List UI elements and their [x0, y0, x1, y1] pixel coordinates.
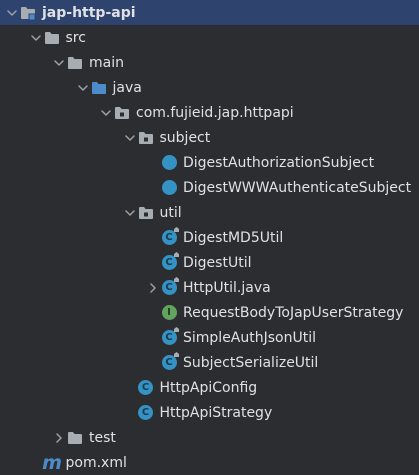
chevron-down-icon[interactable]: [122, 130, 138, 146]
class-icon: C: [161, 277, 179, 296]
tree-row-label: RequestBodyToJapUserStrategy: [183, 304, 404, 321]
tree-row-label: jap-http-api: [42, 4, 136, 21]
tree-row-label: main: [89, 54, 124, 71]
type-badge: C: [138, 380, 153, 395]
tree-row[interactable]: C SubjectSerializeUtil: [0, 350, 419, 375]
chevron-down-icon[interactable]: [98, 105, 114, 121]
tree-row-label: java: [112, 79, 142, 96]
chevron-right-icon[interactable]: [51, 430, 67, 446]
type-badge: [161, 155, 177, 170]
class-icon: C: [161, 352, 179, 371]
tree-row-label: DigestUtil: [183, 254, 252, 271]
type-badge: [161, 180, 177, 195]
class-icon: [161, 155, 177, 171]
type-badge-letter: C: [165, 257, 173, 268]
tree-row[interactable]: C DigestMD5Util: [0, 225, 419, 250]
chevron-right-icon[interactable]: [145, 280, 161, 296]
type-badge-letter: C: [165, 357, 173, 368]
tree-row-label: HttpUtil.java: [183, 279, 271, 296]
module-folder-icon: [20, 5, 36, 21]
chevron-down-icon[interactable]: [51, 55, 67, 71]
tree-row-label: util: [159, 204, 182, 221]
tree-row[interactable]: util: [0, 200, 419, 225]
tree-row[interactable]: main: [0, 50, 419, 75]
tree-row-label: DigestWWWAuthenticateSubject: [183, 179, 412, 196]
package-icon: [114, 105, 130, 121]
tree-row[interactable]: jap-http-api: [0, 0, 419, 25]
chevron-down-icon[interactable]: [75, 80, 91, 96]
type-badge: I: [161, 305, 177, 320]
type-badge-letter: I: [167, 307, 171, 318]
class-icon: C: [138, 380, 154, 396]
type-badge: C: [161, 352, 179, 370]
tree-row[interactable]: m pom.xml: [0, 450, 419, 475]
type-badge: C: [161, 252, 179, 270]
tree-row-label: DigestAuthorizationSubject: [183, 154, 375, 171]
type-badge-letter: C: [141, 382, 150, 393]
class-icon: C: [161, 327, 179, 346]
tree-row-label: SimpleAuthJsonUtil: [183, 329, 316, 346]
source-folder-icon: [91, 80, 107, 96]
project-tree: jap-http-api src main java com.fujieid.jap.h…: [0, 0, 419, 472]
folder-icon: [44, 30, 60, 46]
tree-row-label: src: [65, 29, 86, 46]
class-icon: C: [161, 227, 179, 246]
tree-row-label: SubjectSerializeUtil: [183, 354, 319, 371]
tree-row-label: pom.xml: [65, 454, 127, 471]
tree-row-label: HttpApiStrategy: [159, 404, 273, 421]
class-icon: C: [138, 405, 154, 421]
folder-icon: [67, 55, 83, 71]
type-badge-letter: C: [165, 332, 173, 343]
chevron-down-icon[interactable]: [4, 5, 20, 21]
type-badge-letter: C: [165, 232, 173, 243]
tree-row-label: HttpApiConfig: [159, 379, 258, 396]
tree-row[interactable]: test: [0, 425, 419, 450]
type-badge: C: [161, 277, 179, 295]
tree-row[interactable]: C DigestUtil: [0, 250, 419, 275]
chevron-down-icon[interactable]: [122, 205, 138, 221]
tree-row-label: subject: [159, 129, 211, 146]
tree-row[interactable]: com.fujieid.jap.httpapi: [0, 100, 419, 125]
tree-row[interactable]: I RequestBodyToJapUserStrategy: [0, 300, 419, 325]
package-icon: [138, 130, 154, 146]
maven-letter: m: [42, 451, 62, 474]
folder-icon: [67, 430, 83, 446]
tree-row[interactable]: C SimpleAuthJsonUtil: [0, 325, 419, 350]
type-badge: C: [138, 405, 153, 420]
tree-row-label: DigestMD5Util: [183, 229, 284, 246]
tree-row-label: com.fujieid.jap.httpapi: [136, 104, 294, 121]
type-badge-letter: C: [141, 407, 150, 418]
class-icon: C: [161, 252, 179, 271]
tree-row[interactable]: C HttpApiStrategy: [0, 400, 419, 425]
type-badge-letter: C: [165, 282, 173, 293]
chevron-down-icon[interactable]: [28, 30, 44, 46]
maven-icon: m: [42, 451, 62, 474]
interface-icon: I: [161, 305, 177, 321]
tree-row-label: test: [89, 429, 116, 446]
tree-row[interactable]: DigestWWWAuthenticateSubject: [0, 175, 419, 200]
type-badge: C: [161, 327, 179, 345]
package-icon: [138, 205, 154, 221]
tree-row[interactable]: java: [0, 75, 419, 100]
class-icon: [161, 180, 177, 196]
tree-row[interactable]: src: [0, 25, 419, 50]
tree-row[interactable]: subject: [0, 125, 419, 150]
tree-row[interactable]: DigestAuthorizationSubject: [0, 150, 419, 175]
type-badge: C: [161, 227, 179, 245]
tree-row[interactable]: C HttpUtil.java: [0, 275, 419, 300]
tree-row[interactable]: C HttpApiConfig: [0, 375, 419, 400]
